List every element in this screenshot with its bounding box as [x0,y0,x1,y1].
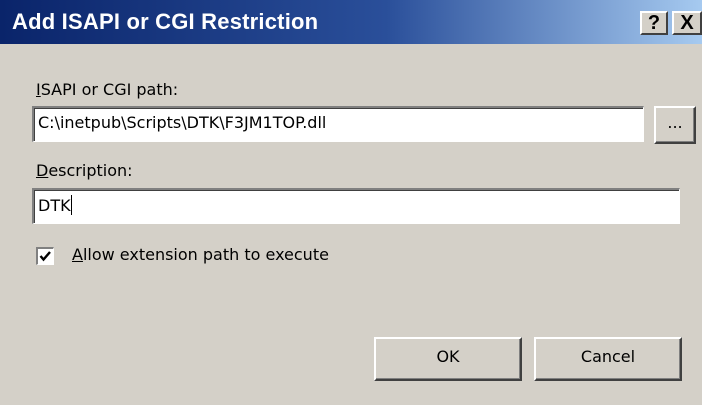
allow-extension-label-text: llow extension path to execute [82,245,329,264]
path-label: ISAPI or CGI path: [36,80,178,99]
isapi-cgi-path-value: C:\inetpub\Scripts\DTK\F3JM1TOP.dll [38,113,327,132]
path-label-text: SAPI or CGI path: [40,80,179,99]
close-button[interactable]: X [672,11,702,35]
ok-button[interactable]: OK [374,337,522,381]
title-bar[interactable]: Add ISAPI or CGI Restriction ? X [0,0,702,44]
browse-button-label: ... [667,113,683,132]
allow-extension-checkbox[interactable] [36,247,54,265]
ok-button-label: OK [436,347,460,366]
help-button[interactable]: ? [640,11,668,35]
allow-extension-label[interactable]: Allow extension path to execute [72,245,329,264]
allow-extension-label-accelerator: A [72,245,83,264]
dialog-title: Add ISAPI or CGI Restriction [12,9,319,34]
description-label-text: escription: [48,161,133,180]
add-isapi-cgi-restriction-dialog: Add ISAPI or CGI Restriction ? X ISAPI o… [0,0,702,405]
checkmark-icon [39,251,51,262]
text-caret [70,195,72,215]
cancel-button-label: Cancel [580,347,636,366]
browse-button[interactable]: ... [654,106,696,144]
isapi-cgi-path-input[interactable]: C:\inetpub\Scripts\DTK\F3JM1TOP.dll [32,106,644,142]
cancel-button[interactable]: Cancel [534,337,682,381]
help-icon: ? [647,12,661,34]
description-label: Description: [36,161,133,180]
description-input[interactable]: DTK [32,188,680,224]
close-icon: X [680,12,694,34]
description-value: DTK [38,196,71,215]
description-label-accelerator: D [36,161,49,180]
